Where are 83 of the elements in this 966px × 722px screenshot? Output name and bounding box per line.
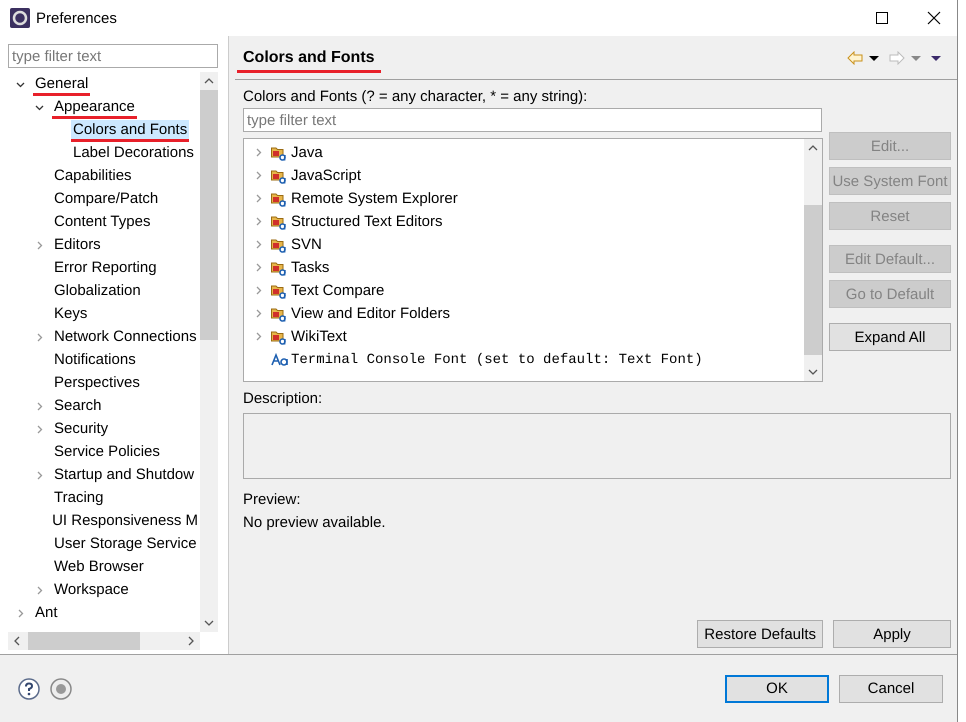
chevron-right-icon[interactable] [254, 286, 263, 295]
chevron-right-icon[interactable] [254, 263, 263, 272]
forward-arrow-icon[interactable] [889, 50, 905, 64]
list-item[interactable]: Text Compare [291, 282, 384, 299]
tree-item[interactable]: Error Reporting [52, 258, 159, 280]
tree-item[interactable]: Colors and Fonts [71, 120, 190, 142]
page-button[interactable]: Restore Defaults [697, 620, 823, 648]
list-item[interactable]: Remote System Explorer [291, 190, 458, 207]
chevron-right-icon[interactable] [16, 609, 25, 618]
tree-item[interactable]: Tracing [52, 488, 106, 510]
list-scrollbar[interactable] [804, 139, 822, 381]
font-icon [271, 352, 289, 366]
vertical-scrollbar[interactable] [200, 72, 218, 632]
chevron-right-icon[interactable] [35, 333, 44, 342]
tree-item[interactable]: Notifications [52, 350, 138, 372]
tree-item[interactable]: Content Types [52, 212, 152, 234]
folder-font-icon [271, 144, 287, 160]
preview-text: No preview available. [243, 514, 387, 531]
chevron-right-icon[interactable] [254, 217, 263, 226]
tree-item[interactable]: Ant [33, 602, 60, 624]
chevron-down-icon[interactable] [35, 103, 44, 112]
tree-item[interactable]: Capabilities [52, 166, 134, 188]
chevron-right-icon[interactable] [35, 425, 44, 434]
tree-item[interactable]: Web Browser [52, 556, 146, 578]
tree-item[interactable]: Search [52, 396, 104, 418]
window-title: Preferences [36, 10, 118, 26]
list-item[interactable]: SVN [291, 236, 322, 253]
list-item[interactable]: Tasks [291, 259, 330, 276]
folder-font-icon [271, 260, 287, 276]
list-item[interactable]: Structured Text Editors [291, 213, 442, 230]
list-item[interactable]: Java [291, 144, 323, 161]
maximize-icon [876, 12, 888, 24]
folder-font-icon [271, 328, 287, 344]
filter-label: Colors and Fonts (? = any character, * = any string): [243, 88, 588, 105]
chevron-right-icon[interactable] [254, 148, 263, 157]
tree-item[interactable]: Workspace [52, 580, 131, 602]
list-item[interactable]: WikiText [291, 328, 347, 345]
chevron-right-icon[interactable] [35, 241, 44, 250]
chevron-right-icon[interactable] [35, 586, 44, 595]
chevron-right-icon[interactable] [254, 194, 263, 203]
tree-item[interactable]: Compare/Patch [52, 188, 160, 210]
horizontal-scrollbar[interactable] [8, 632, 200, 650]
tree-item[interactable]: Label Decorations [71, 142, 196, 164]
list-item[interactable]: JavaScript [291, 167, 362, 184]
tree-item[interactable]: Service Policies [52, 442, 162, 464]
chevron-right-icon[interactable] [254, 309, 263, 318]
close-icon [927, 11, 941, 25]
tree-item[interactable]: Editors [52, 234, 103, 256]
chevron-right-icon[interactable] [35, 471, 44, 480]
folder-font-icon [271, 190, 287, 206]
tree-item[interactable]: Keys [52, 304, 90, 326]
tree-item[interactable]: General [33, 74, 90, 96]
side-button[interactable]: Expand All [829, 323, 951, 351]
tree-item[interactable]: Perspectives [52, 372, 142, 394]
chevron-down-icon[interactable] [16, 80, 25, 89]
page-title: Colors and Fonts [237, 48, 381, 72]
description-label: Description: [243, 390, 324, 407]
tree-item[interactable]: User Storage Service [52, 534, 199, 556]
folder-font-icon [271, 214, 287, 230]
filter-field[interactable]: type filter text [8, 44, 218, 68]
list-item[interactable]: View and Editor Folders [291, 305, 450, 322]
record-icon[interactable] [50, 678, 72, 700]
chevron-right-icon[interactable] [254, 171, 263, 180]
folder-font-icon [271, 282, 287, 298]
folder-font-icon [271, 236, 287, 252]
preview-label: Preview: [243, 491, 302, 508]
tree-item[interactable]: Startup and Shutdow [52, 464, 196, 486]
folder-font-icon [271, 168, 287, 184]
folder-font-icon [271, 306, 287, 322]
filter-field[interactable]: type filter text [243, 108, 822, 132]
tree-item[interactable]: Network Connections [52, 326, 199, 348]
chevron-right-icon[interactable] [254, 332, 263, 341]
dialog-button[interactable]: Cancel [839, 674, 943, 702]
chevron-right-icon[interactable] [254, 240, 263, 249]
list-item[interactable]: Terminal Console Font (set to default: Text Font) [291, 352, 703, 368]
tree-item[interactable]: UI Responsiveness M [50, 510, 200, 532]
app-icon [10, 8, 30, 28]
dialog-button[interactable]: OK [725, 674, 829, 702]
tree-item[interactable]: Security [52, 418, 110, 440]
tree-item[interactable]: Globalization [52, 280, 143, 302]
help-icon[interactable] [18, 678, 40, 700]
page-button[interactable]: Apply [833, 620, 951, 648]
chevron-right-icon[interactable] [35, 402, 44, 411]
